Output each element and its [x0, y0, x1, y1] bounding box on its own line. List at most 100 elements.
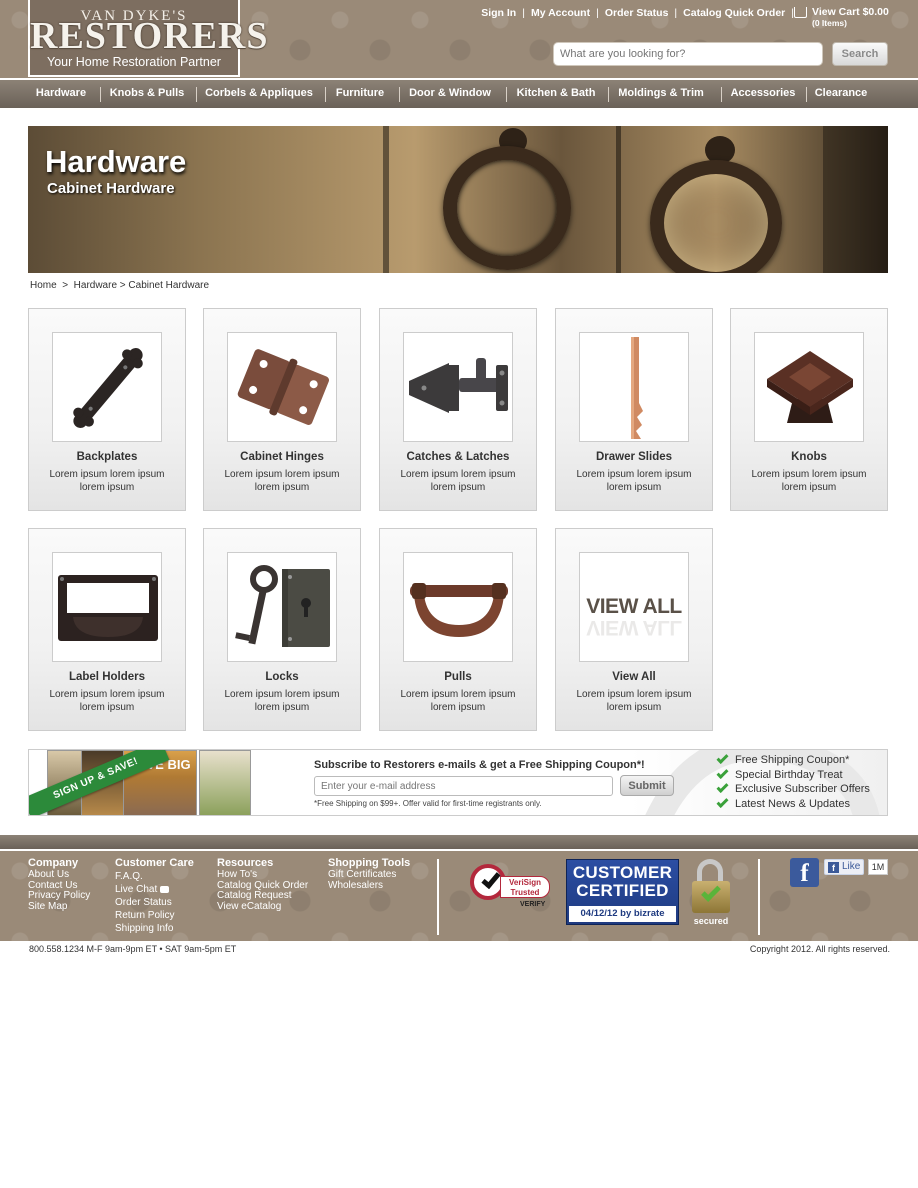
banner-title: Hardware: [45, 144, 187, 179]
label-holders-image[interactable]: [52, 552, 162, 662]
benefit-item: Latest News & Updates: [715, 795, 870, 813]
backplates-image[interactable]: [52, 332, 162, 442]
footer-link[interactable]: Catalog Request: [217, 890, 308, 902]
logo-brand-main: RESTORERS: [30, 15, 269, 57]
my-account-link[interactable]: My Account: [531, 7, 590, 19]
nav-door-window[interactable]: Door & Window: [403, 80, 497, 108]
submit-button[interactable]: Submit: [620, 775, 674, 796]
customer-certified-badge[interactable]: CUSTOMER CERTIFIED 04/12/12 by bizrate: [566, 859, 679, 925]
secured-badge[interactable]: secured: [690, 859, 732, 929]
footer-link[interactable]: About Us: [28, 869, 90, 881]
tile-name[interactable]: Locks: [204, 671, 360, 683]
email-field[interactable]: [314, 776, 613, 796]
facebook-f-icon: f: [828, 862, 839, 873]
nav-furniture[interactable]: Furniture: [329, 80, 391, 108]
site-footer: Company About Us Contact Us Privacy Poli…: [0, 851, 918, 941]
nav-divider: [721, 87, 722, 102]
tile-name[interactable]: Knobs: [731, 451, 887, 463]
separator: |: [674, 7, 678, 19]
search-input[interactable]: [553, 42, 823, 66]
breadcrumb-current: Cabinet Hardware: [128, 280, 210, 291]
footer-link[interactable]: How To's: [217, 869, 308, 881]
nav-moldings-trim[interactable]: Moldings & Trim: [612, 80, 710, 108]
footer-link[interactable]: Gift Certificates: [328, 869, 410, 881]
backplate-icon: [73, 348, 143, 428]
footer-divider-bar: [0, 835, 918, 849]
certified-date: 04/12/12 by bizrate: [569, 906, 676, 922]
tile-name[interactable]: Catches & Latches: [380, 451, 536, 463]
locks-image[interactable]: [227, 552, 337, 662]
tile-name[interactable]: Label Holders: [29, 671, 185, 683]
category-tile-catches-latches[interactable]: Catches & Latches Lorem ipsum lorem ipsu…: [379, 308, 537, 511]
footer-column-shopping-tools: Shopping Tools Gift Certificates Wholesa…: [328, 857, 410, 891]
category-banner: Hardware Cabinet Hardware: [28, 126, 888, 273]
tile-name[interactable]: Backplates: [29, 451, 185, 463]
tile-name[interactable]: Cabinet Hinges: [204, 451, 360, 463]
drawer-slides-image[interactable]: [579, 332, 689, 442]
nav-corbels-appliques[interactable]: Corbels & Appliques: [200, 80, 318, 108]
category-tile-knobs[interactable]: Knobs Lorem ipsum lorem ipsum lorem ipsu…: [730, 308, 888, 511]
tile-name[interactable]: Drawer Slides: [556, 451, 712, 463]
knobs-image[interactable]: [754, 332, 864, 442]
order-status-link[interactable]: Order Status: [605, 7, 669, 19]
nav-divider: [100, 87, 101, 102]
nav-knobs-pulls[interactable]: Knobs & Pulls: [104, 80, 190, 108]
live-chat-link[interactable]: Live Chat: [115, 884, 157, 895]
nav-clearance[interactable]: Clearance: [810, 80, 872, 108]
facebook-icon[interactable]: f: [790, 858, 819, 887]
nav-divider: [196, 87, 197, 102]
newsletter-disclaimer: *Free Shipping on $99+. Offer valid for …: [314, 799, 542, 808]
category-tile-label-holders[interactable]: Label Holders Lorem ipsum lorem ipsum lo…: [28, 528, 186, 731]
footer-link[interactable]: F.A.Q.: [115, 870, 194, 883]
tile-name[interactable]: View All: [556, 671, 712, 683]
sign-in-link[interactable]: Sign In: [481, 7, 516, 19]
tile-name[interactable]: Pulls: [380, 671, 536, 683]
footer-link[interactable]: Live Chat: [115, 883, 194, 896]
category-tile-drawer-slides[interactable]: Drawer Slides Lorem ipsum lorem ipsum lo…: [555, 308, 713, 511]
check-icon: [716, 766, 729, 779]
footer-column-company: Company About Us Contact Us Privacy Poli…: [28, 857, 90, 912]
cart-icon: [794, 7, 807, 18]
cabinet-hinges-image[interactable]: [227, 332, 337, 442]
footer-link[interactable]: Order Status: [115, 896, 194, 909]
category-tile-view-all[interactable]: VIEW ALL VIEW ALL View All Lorem ipsum l…: [555, 528, 713, 731]
view-all-image[interactable]: VIEW ALL VIEW ALL: [579, 552, 689, 662]
nav-kitchen-bath[interactable]: Kitchen & Bath: [510, 80, 602, 108]
breadcrumb-home[interactable]: Home: [30, 280, 57, 291]
benefit-item: Special Birthday Treat: [715, 766, 870, 784]
footer-separator: [758, 859, 760, 935]
latch-icon: [409, 358, 508, 413]
pulls-image[interactable]: [403, 552, 513, 662]
category-tile-backplates[interactable]: Backplates Lorem ipsum lorem ipsum lorem…: [28, 308, 186, 511]
footer-link[interactable]: Shipping Info: [115, 922, 194, 935]
catches-latches-image[interactable]: [403, 332, 513, 442]
certified-line2: CERTIFIED: [576, 881, 669, 900]
site-logo[interactable]: VAN DYKE'S RESTORERS Your Home Restorati…: [28, 0, 269, 77]
footer-separator: [437, 859, 439, 935]
category-tile-pulls[interactable]: Pulls Lorem ipsum lorem ipsum lorem ipsu…: [379, 528, 537, 731]
category-tile-cabinet-hinges[interactable]: Cabinet Hinges Lorem ipsum lorem ipsum l…: [203, 308, 361, 511]
category-tile-locks[interactable]: Locks Lorem ipsum lorem ipsum lorem ipsu…: [203, 528, 361, 731]
search-button[interactable]: Search: [832, 42, 888, 66]
chat-bubble-icon: [160, 885, 170, 893]
breadcrumb: Home > Hardware > Cabinet Hardware: [30, 280, 209, 291]
benefit-label: Free Shipping Coupon*: [735, 754, 850, 766]
footer-heading: Customer Care: [115, 857, 194, 869]
nav-accessories[interactable]: Accessories: [725, 80, 801, 108]
separator: |: [522, 7, 525, 19]
breadcrumb-separator: >: [62, 280, 69, 291]
facebook-like-button[interactable]: f Like: [824, 859, 864, 875]
footer-link[interactable]: View eCatalog: [217, 901, 308, 913]
breadcrumb-hardware[interactable]: Hardware: [74, 280, 117, 291]
footer-link[interactable]: Return Policy: [115, 909, 194, 922]
tile-description: Lorem ipsum lorem ipsum lorem ipsum: [576, 689, 692, 713]
footer-link[interactable]: Site Map: [28, 901, 90, 913]
verisign-trusted-badge[interactable]: VeriSign Trusted VERIFY: [470, 864, 554, 910]
nav-divider: [506, 87, 507, 102]
pull-icon: [410, 583, 508, 637]
footer-link[interactable]: Privacy Policy: [28, 890, 90, 902]
nav-hardware[interactable]: Hardware: [30, 80, 92, 108]
benefit-item: Free Shipping Coupon*: [715, 751, 870, 769]
footer-link[interactable]: Wholesalers: [328, 880, 410, 892]
catalog-quick-order-link[interactable]: Catalog Quick Order: [683, 7, 785, 19]
